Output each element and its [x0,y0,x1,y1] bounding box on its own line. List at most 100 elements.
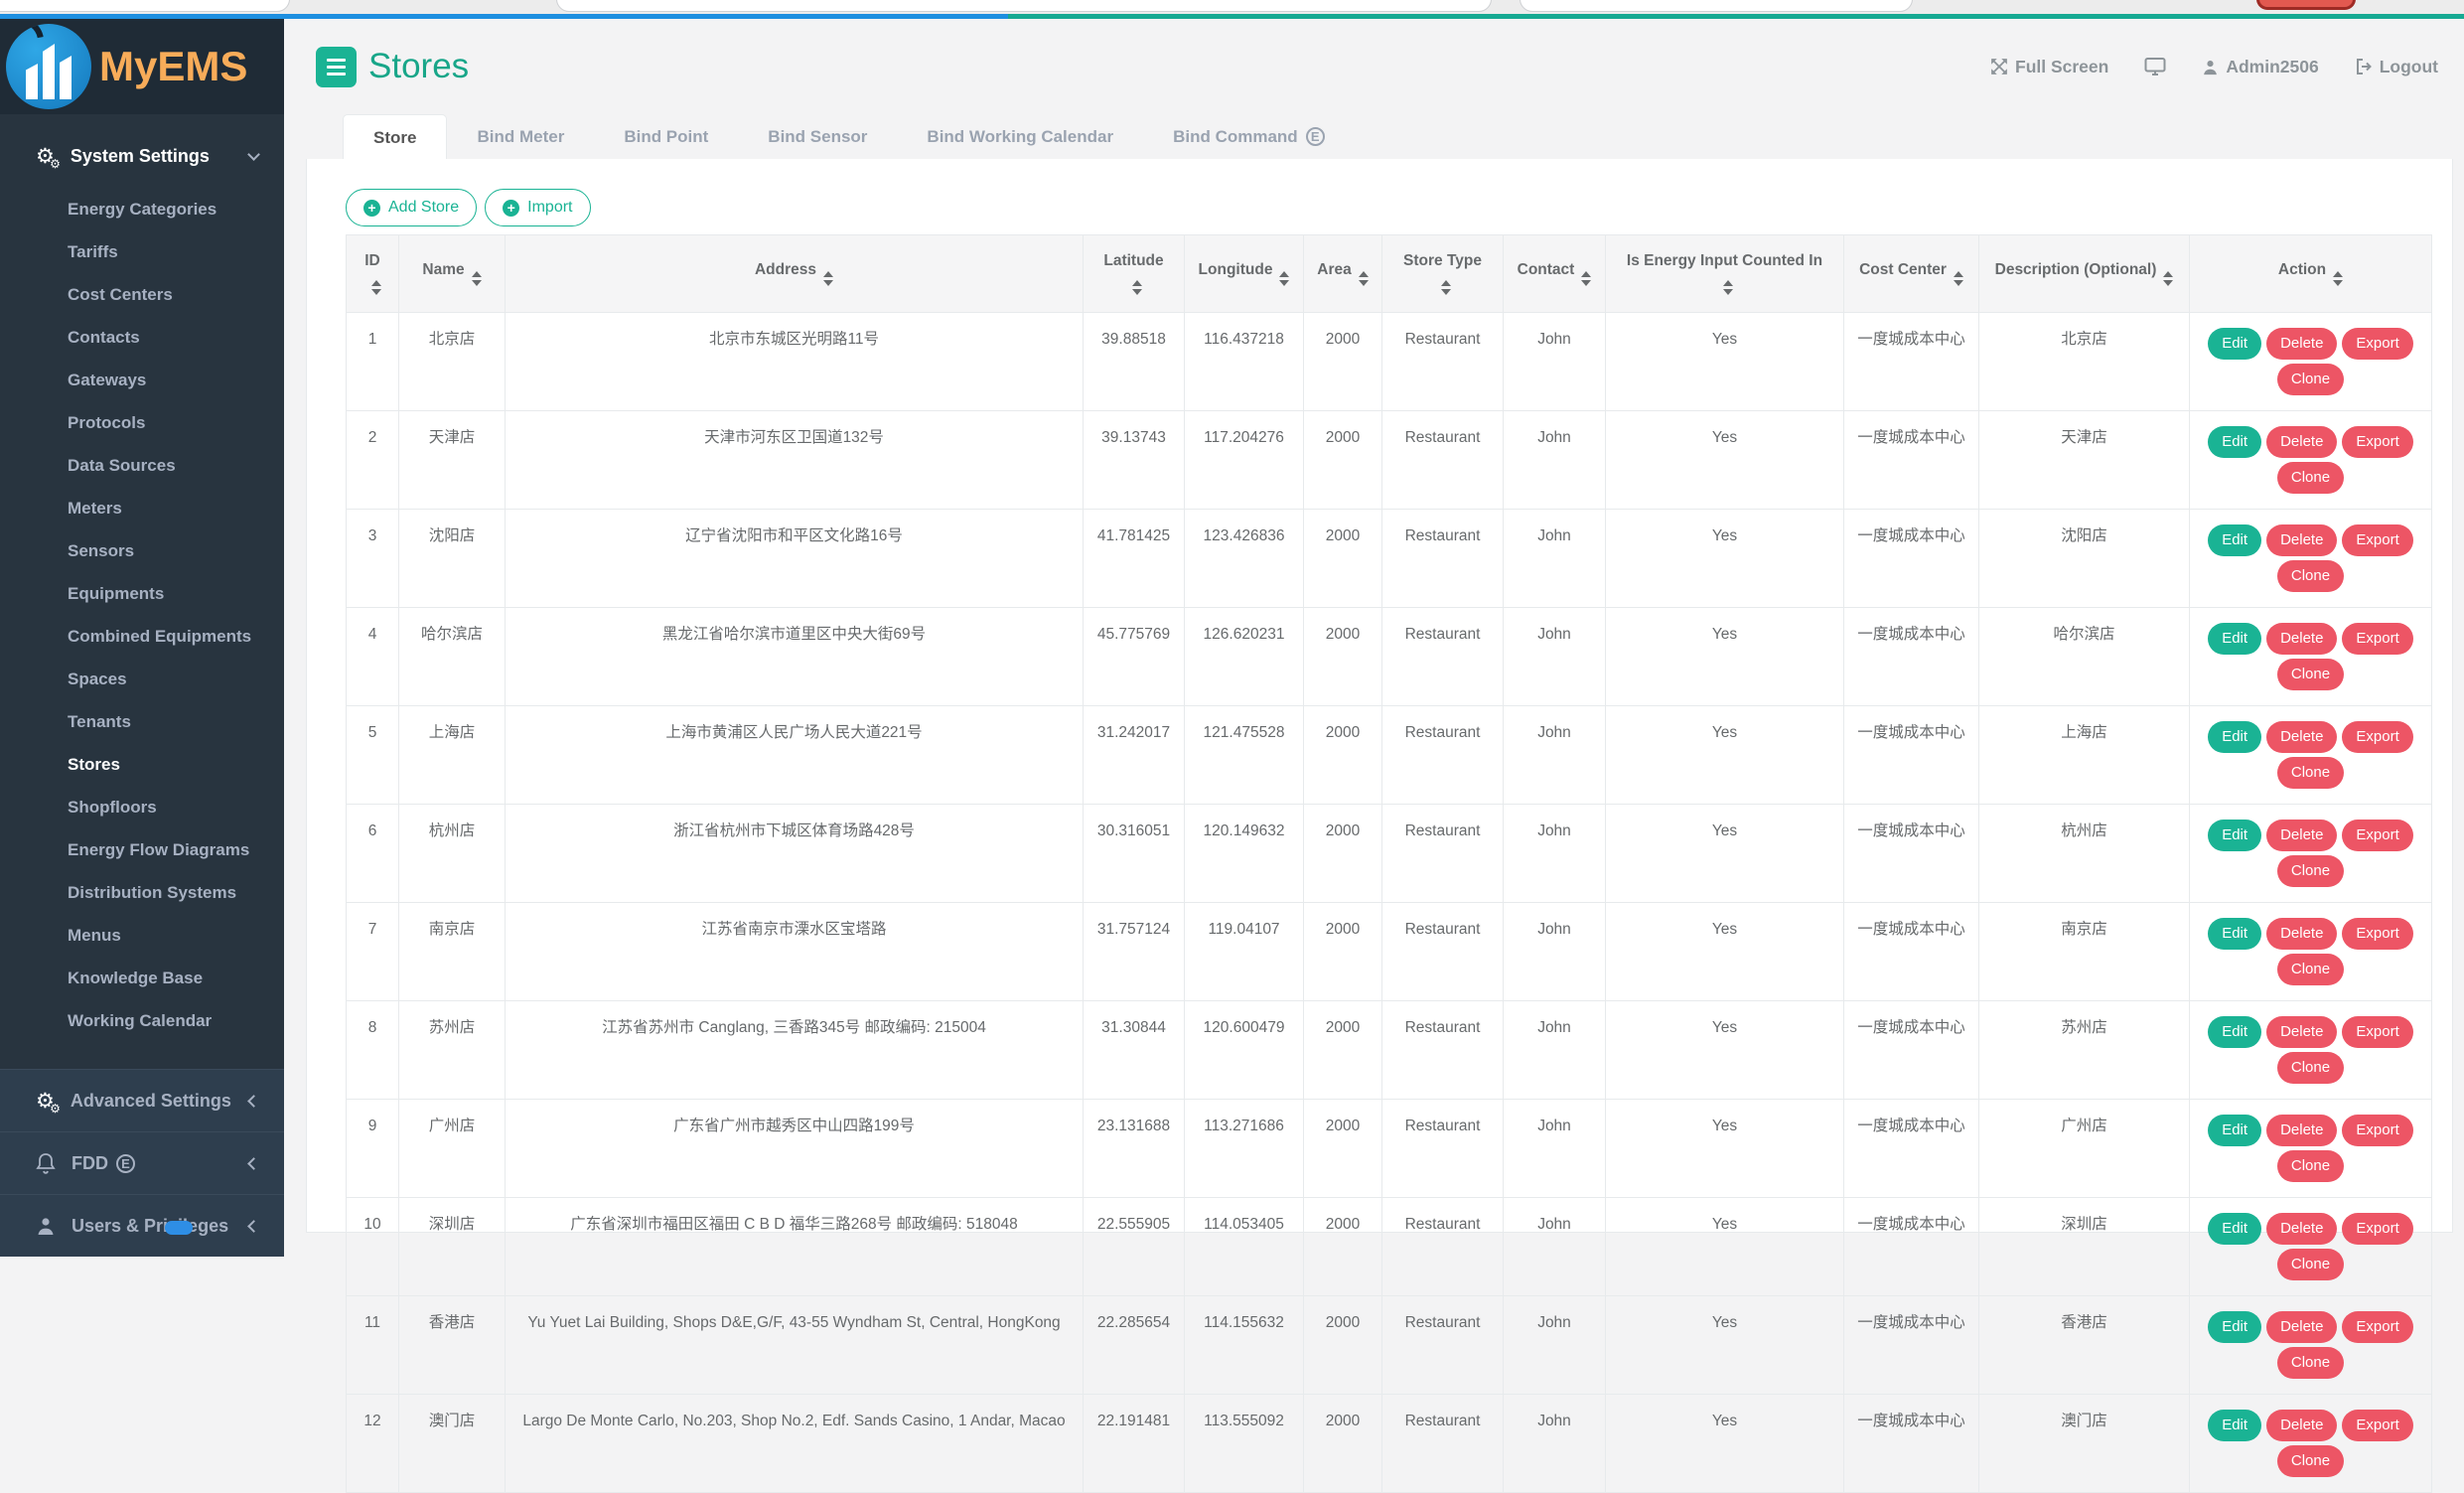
edit-button[interactable]: Edit [2208,721,2261,753]
add-store-button[interactable]: + Add Store [346,189,477,226]
edit-button[interactable]: Edit [2208,1311,2261,1343]
sidebar-item-sensors[interactable]: Sensors [0,529,284,572]
edit-button[interactable]: Edit [2208,623,2261,655]
delete-button[interactable]: Delete [2266,918,2337,950]
column-header-action[interactable]: Action [2190,235,2432,313]
delete-button[interactable]: Delete [2266,1115,2337,1146]
clone-button[interactable]: Clone [2277,1445,2344,1477]
fullscreen-button[interactable]: Full Screen [1990,57,2108,77]
delete-button[interactable]: Delete [2266,524,2337,556]
sidebar-section-users-privileges[interactable]: Users & Privileges [0,1194,284,1257]
edit-button[interactable]: Edit [2208,1016,2261,1048]
edit-button[interactable]: Edit [2208,1213,2261,1245]
sidebar-item-energy-flow-diagrams[interactable]: Energy Flow Diagrams [0,828,284,871]
sidebar-section-system-settings[interactable]: ⚙⚙ System Settings [0,130,284,182]
sidebar-section-advanced-settings[interactable]: ⚙⚙ Advanced Settings [0,1069,284,1131]
sidebar-item-spaces[interactable]: Spaces [0,658,284,700]
clone-button[interactable]: Clone [2277,1249,2344,1280]
cell-latitude: 41.781425 [1084,510,1185,608]
tab-bind-working-calendar[interactable]: Bind Working Calendar [897,114,1143,159]
sidebar-item-tenants[interactable]: Tenants [0,700,284,743]
sidebar-item-tariffs[interactable]: Tariffs [0,230,284,273]
export-button[interactable]: Export [2342,623,2412,655]
sidebar-item-energy-categories[interactable]: Energy Categories [0,188,284,230]
delete-button[interactable]: Delete [2266,721,2337,753]
delete-button[interactable]: Delete [2266,1311,2337,1343]
clone-button[interactable]: Clone [2277,1052,2344,1084]
clone-button[interactable]: Clone [2277,364,2344,395]
sidebar-item-protocols[interactable]: Protocols [0,401,284,444]
column-header-contact[interactable]: Contact [1504,235,1606,313]
edit-button[interactable]: Edit [2208,328,2261,360]
clone-button[interactable]: Clone [2277,757,2344,789]
export-button[interactable]: Export [2342,1016,2412,1048]
export-button[interactable]: Export [2342,1410,2412,1441]
export-button[interactable]: Export [2342,1213,2412,1245]
edit-button[interactable]: Edit [2208,426,2261,458]
export-button[interactable]: Export [2342,721,2412,753]
delete-button[interactable]: Delete [2266,820,2337,851]
column-header-longitude[interactable]: Longitude [1185,235,1304,313]
export-button[interactable]: Export [2342,918,2412,950]
export-button[interactable]: Export [2342,1311,2412,1343]
export-button[interactable]: Export [2342,328,2412,360]
column-header-id[interactable]: ID [347,235,399,313]
sidebar-item-data-sources[interactable]: Data Sources [0,444,284,487]
edit-button[interactable]: Edit [2208,524,2261,556]
sidebar-item-menus[interactable]: Menus [0,914,284,957]
clone-button[interactable]: Clone [2277,954,2344,985]
edit-button[interactable]: Edit [2208,1115,2261,1146]
column-header-is-energy-input-counted-in[interactable]: Is Energy Input Counted In [1606,235,1844,313]
export-button[interactable]: Export [2342,426,2412,458]
sidebar-item-working-calendar[interactable]: Working Calendar [0,999,284,1042]
sidebar-item-shopfloors[interactable]: Shopfloors [0,786,284,828]
tab-bind-command[interactable]: Bind CommandE [1143,114,1355,159]
sidebar-item-meters[interactable]: Meters [0,487,284,529]
cell-contact: John [1504,1001,1606,1100]
clone-button[interactable]: Clone [2277,659,2344,690]
delete-button[interactable]: Delete [2266,1016,2337,1048]
display-button[interactable] [2144,57,2166,76]
sidebar-item-gateways[interactable]: Gateways [0,359,284,401]
export-button[interactable]: Export [2342,820,2412,851]
column-header-latitude[interactable]: Latitude [1084,235,1185,313]
sidebar-item-equipments[interactable]: Equipments [0,572,284,615]
clone-button[interactable]: Clone [2277,1347,2344,1379]
clone-button[interactable]: Clone [2277,560,2344,592]
sidebar-item-stores[interactable]: Stores [0,743,284,786]
export-button[interactable]: Export [2342,1115,2412,1146]
sidebar-item-combined-equipments[interactable]: Combined Equipments [0,615,284,658]
import-button[interactable]: + Import [485,189,590,226]
column-header-store-type[interactable]: Store Type [1382,235,1504,313]
sidebar-section-fdd[interactable]: FDDE [0,1131,284,1194]
user-menu[interactable]: Admin2506 [2202,57,2318,77]
column-header-cost-center[interactable]: Cost Center [1844,235,1979,313]
clone-button[interactable]: Clone [2277,1150,2344,1182]
delete-button[interactable]: Delete [2266,328,2337,360]
column-header-address[interactable]: Address [506,235,1084,313]
tab-bind-meter[interactable]: Bind Meter [447,114,594,159]
app-logo[interactable]: MyEMS [0,19,284,114]
column-header-name[interactable]: Name [399,235,506,313]
edit-button[interactable]: Edit [2208,820,2261,851]
delete-button[interactable]: Delete [2266,1213,2337,1245]
logout-button[interactable]: Logout [2355,57,2438,77]
sidebar-item-contacts[interactable]: Contacts [0,316,284,359]
tab-store[interactable]: Store [343,114,447,159]
clone-button[interactable]: Clone [2277,462,2344,494]
column-header-area[interactable]: Area [1304,235,1382,313]
export-button[interactable]: Export [2342,524,2412,556]
delete-button[interactable]: Delete [2266,1410,2337,1441]
edit-button[interactable]: Edit [2208,1410,2261,1441]
delete-button[interactable]: Delete [2266,623,2337,655]
sidebar-item-distribution-systems[interactable]: Distribution Systems [0,871,284,914]
edit-button[interactable]: Edit [2208,918,2261,950]
delete-button[interactable]: Delete [2266,426,2337,458]
tab-bind-point[interactable]: Bind Point [594,114,738,159]
sidebar-item-cost-centers[interactable]: Cost Centers [0,273,284,316]
menu-toggle-icon[interactable] [316,47,357,87]
clone-button[interactable]: Clone [2277,855,2344,887]
tab-bind-sensor[interactable]: Bind Sensor [738,114,897,159]
column-header-description-optional-[interactable]: Description (Optional) [1979,235,2190,313]
sidebar-item-knowledge-base[interactable]: Knowledge Base [0,957,284,999]
